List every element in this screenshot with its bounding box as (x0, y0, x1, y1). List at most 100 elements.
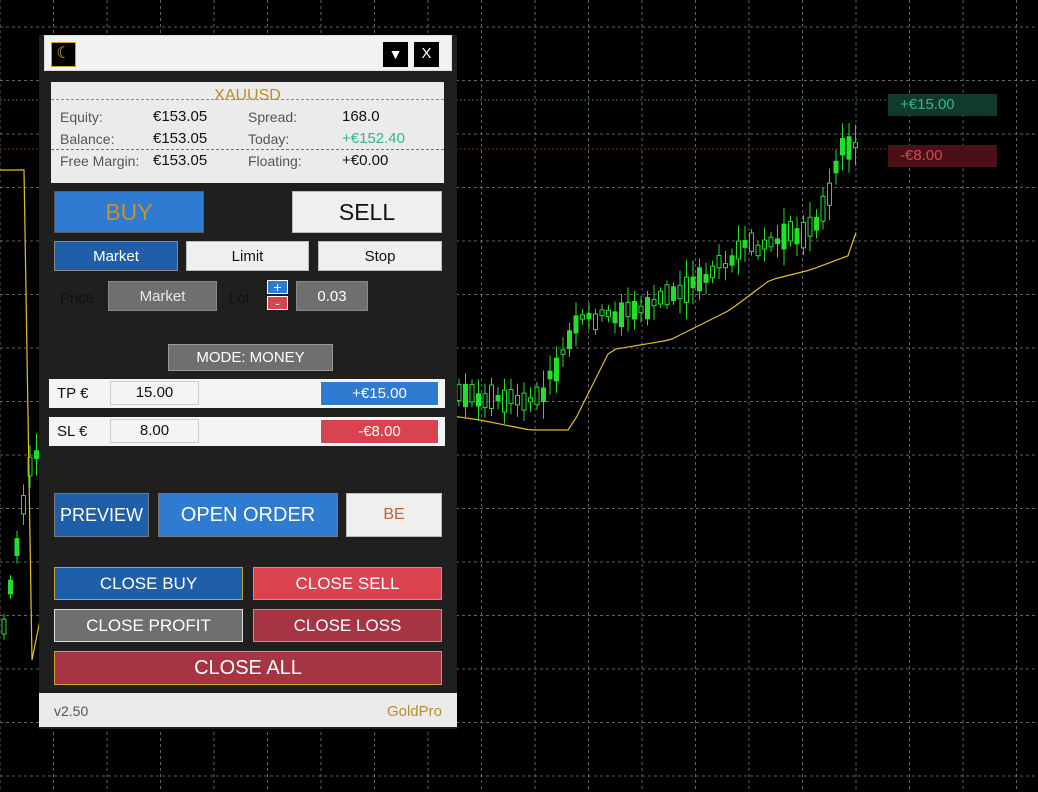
balance-value: €153.05 (153, 130, 208, 147)
sell-button[interactable]: SELL (292, 191, 442, 233)
candle-body (14, 538, 20, 557)
candle-body (632, 300, 637, 320)
candle-body (482, 393, 488, 409)
candle-body (625, 301, 631, 318)
panel-titlebar[interactable]: ☾ ▼ X (44, 35, 452, 71)
candle-body (755, 244, 761, 257)
buy-button[interactable]: BUY (54, 191, 204, 233)
breakeven-button[interactable]: BE (346, 493, 442, 537)
candle-body (781, 223, 787, 250)
candle-body (749, 232, 754, 252)
tp-value-display: +€15.00 (320, 381, 439, 406)
candle-body (794, 228, 800, 245)
candle-body (612, 311, 618, 324)
candle-body (723, 263, 728, 269)
candle-body (515, 395, 520, 406)
candle-body (814, 217, 819, 231)
candle-body (580, 314, 585, 320)
sl-value-display: -€8.00 (320, 419, 439, 444)
candle-body (697, 267, 702, 292)
equity-label: Equity: (60, 109, 103, 125)
today-label: Today: (248, 131, 290, 147)
order-type-market-button[interactable]: Market (54, 241, 178, 271)
stop-loss-price-tag: -€8.00 (888, 145, 997, 167)
candle-body (716, 254, 722, 269)
lot-input[interactable]: 0.03 (296, 281, 368, 311)
candle-body (495, 395, 501, 402)
floating-label: Floating: (248, 153, 302, 169)
spread-label: Spread: (248, 109, 298, 125)
candle-body (827, 182, 832, 206)
candle-body (638, 305, 644, 314)
candle-body (762, 239, 767, 250)
price-input[interactable]: Market (108, 281, 217, 311)
candle-body (573, 315, 579, 334)
candle-body (820, 195, 826, 222)
lot-label: Lot (229, 290, 250, 307)
candle-body (801, 221, 806, 249)
candle-body (645, 297, 650, 320)
candle-body (456, 383, 462, 402)
candle-body (8, 579, 13, 595)
order-type-stop-button[interactable]: Stop (318, 241, 442, 271)
close-icon[interactable]: X (414, 42, 439, 67)
candle-body (788, 220, 793, 242)
candle-body (664, 284, 670, 306)
open-order-button[interactable]: OPEN ORDER (158, 493, 338, 537)
free-margin-value: €153.05 (153, 152, 208, 169)
today-value: +€152.40 (342, 130, 405, 147)
close-loss-button[interactable]: CLOSE LOSS (253, 609, 442, 642)
candle-body (1, 618, 7, 635)
triangle-down-icon[interactable]: ▼ (383, 42, 408, 67)
candle-body (846, 136, 852, 160)
preview-button[interactable]: PREVIEW (54, 493, 149, 537)
tp-input[interactable]: 15.00 (110, 381, 199, 405)
candle-body (547, 370, 553, 380)
close-profit-button[interactable]: CLOSE PROFIT (54, 609, 243, 642)
candle-body (807, 216, 813, 237)
version-label: v2.50 (54, 703, 89, 719)
candle-body (658, 290, 663, 305)
candle-body (502, 389, 507, 413)
candle-body (469, 384, 475, 403)
candle-body (534, 386, 540, 406)
candle-body (34, 450, 39, 460)
candle-body (489, 384, 494, 410)
floating-value: +€0.00 (342, 152, 389, 169)
free-margin-label: Free Margin: (60, 153, 140, 169)
close-all-button[interactable]: CLOSE ALL (54, 651, 442, 685)
sl-input[interactable]: 8.00 (110, 419, 199, 443)
take-profit-price-tag: +€15.00 (888, 94, 997, 116)
candle-body (690, 276, 696, 289)
candle-body (528, 397, 533, 403)
candle-body (833, 160, 839, 174)
candle-body (508, 388, 514, 405)
candle-body (593, 313, 598, 331)
candle-body (567, 330, 572, 350)
lot-decrease-button[interactable]: - (267, 296, 288, 310)
close-sell-button[interactable]: CLOSE SELL (253, 567, 442, 600)
close-buy-button[interactable]: CLOSE BUY (54, 567, 243, 600)
candle-body (651, 298, 657, 307)
candle-body (476, 393, 481, 407)
equity-value: €153.05 (153, 108, 208, 125)
candle-body (742, 239, 748, 248)
candle-body (684, 276, 689, 303)
sl-guide-line (51, 149, 444, 150)
spread-value: 168.0 (342, 108, 380, 125)
candle-body (619, 302, 624, 328)
account-info-box: XAUUSD Equity: €153.05 Spread: 168.0 Bal… (51, 82, 444, 183)
lot-increase-button[interactable]: + (267, 280, 288, 294)
candle-body (677, 284, 683, 300)
candle-body (775, 238, 780, 245)
symbol-label: XAUUSD (214, 87, 281, 104)
candle-body (21, 495, 26, 515)
candle-body (768, 236, 774, 248)
candle-body (521, 392, 527, 411)
order-type-limit-button[interactable]: Limit (186, 241, 309, 271)
candle-body (554, 357, 559, 382)
candle-body (703, 274, 709, 283)
candle-body (840, 138, 845, 156)
moon-icon[interactable]: ☾ (51, 42, 76, 67)
mode-toggle-button[interactable]: MODE: MONEY (168, 344, 333, 371)
